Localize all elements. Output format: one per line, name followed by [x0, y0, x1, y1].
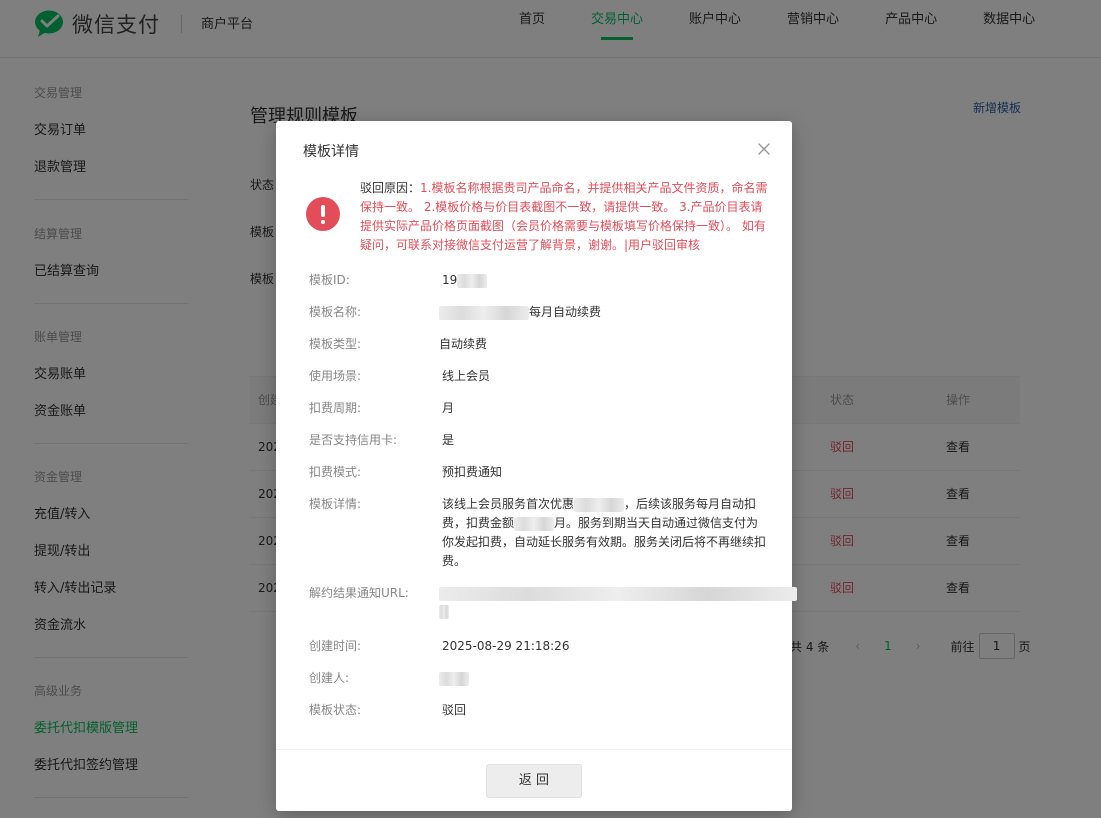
field-label: 扣费周期:: [309, 401, 362, 415]
field-label: 扣费模式:: [309, 465, 362, 479]
field-template-status: 模板状态: 驳回: [309, 701, 759, 719]
dialog-title: 模板详情: [303, 144, 359, 160]
field-value: [439, 584, 797, 620]
redacted-block: [439, 305, 529, 320]
field-creator: 创建人:: [309, 669, 759, 687]
close-icon[interactable]: [756, 141, 772, 157]
field-template-name: 模板名称: 每月自动续费: [309, 303, 759, 321]
field-value: 19: [442, 273, 458, 287]
field-template-type: 模板类型: 自动续费: [309, 335, 759, 353]
error-icon: [306, 197, 340, 231]
field-label: 模板类型:: [309, 337, 362, 351]
reject-reason-label: 驳回原因：: [360, 181, 421, 195]
reject-reason-text: 驳回原因：1.模板名称根据贵司产品命名，并提供相关产品文件资质，命名需保持一致。…: [360, 179, 770, 255]
field-label: 创建人:: [309, 671, 350, 685]
field-value: 线上会员: [442, 369, 491, 383]
field-template-detail: 模板详情: 该线上会员服务首次优惠 ，后续该服务每月自动扣费，扣费金额 月。服务到期…: [309, 495, 769, 571]
dialog-footer: 返 回: [276, 749, 792, 811]
field-template-id: 模板ID: 19: [309, 271, 759, 289]
detail-text-1: 该线上会员服务首次优惠: [442, 497, 575, 511]
template-detail-dialog: 模板详情 驳回原因：1.模板名称根据贵司产品命名，并提供相关产品文件资质，命名需…: [276, 121, 797, 811]
field-notify-url: 解约结果通知URL:: [309, 584, 797, 620]
field-deduct-mode: 扣费模式: 预扣费通知: [309, 463, 759, 481]
redacted-block: [439, 671, 469, 686]
field-label: 模板名称:: [309, 305, 362, 319]
field-value: [439, 669, 759, 687]
redacted-block: [439, 586, 797, 601]
field-credit-card: 是否支持信用卡: 是: [309, 431, 759, 449]
field-label: 创建时间:: [309, 639, 362, 653]
reject-reason-content: 1.模板名称根据贵司产品命名，并提供相关产品文件资质，命名需保持一致。 2.模板…: [360, 181, 768, 252]
redacted-block: [457, 273, 488, 288]
redacted-block: [574, 497, 625, 512]
back-button[interactable]: 返 回: [486, 764, 582, 798]
field-label: 模板状态:: [309, 703, 362, 717]
template-detail-list: 模板ID: 19 模板名称: 每月自动续费 模板类型: 自动续费 使用场景: 线…: [309, 271, 797, 719]
field-scene: 使用场景: 线上会员: [309, 367, 759, 385]
field-label: 解约结果通知URL:: [309, 586, 409, 600]
field-label: 模板详情:: [309, 497, 362, 511]
field-value: 是: [442, 433, 455, 447]
redacted-block: [514, 516, 555, 531]
field-value: 预扣费通知: [442, 465, 503, 479]
field-created-time: 创建时间: 2025-08-29 21:18:26: [309, 637, 759, 655]
field-value: 2025-08-29 21:18:26: [442, 639, 570, 653]
field-value: 驳回: [442, 703, 467, 717]
field-value: 每月自动续费: [529, 305, 602, 319]
field-label: 模板ID:: [309, 273, 350, 287]
field-label: 是否支持信用卡:: [309, 433, 398, 447]
field-label: 使用场景:: [309, 369, 362, 383]
field-value: 月: [442, 401, 455, 415]
field-cycle: 扣费周期: 月: [309, 399, 759, 417]
redacted-block: [439, 604, 449, 619]
field-value: 自动续费: [439, 337, 488, 351]
field-value: 该线上会员服务首次优惠 ，后续该服务每月自动扣费，扣费金额 月。服务到期当天自动通过…: [442, 495, 767, 571]
